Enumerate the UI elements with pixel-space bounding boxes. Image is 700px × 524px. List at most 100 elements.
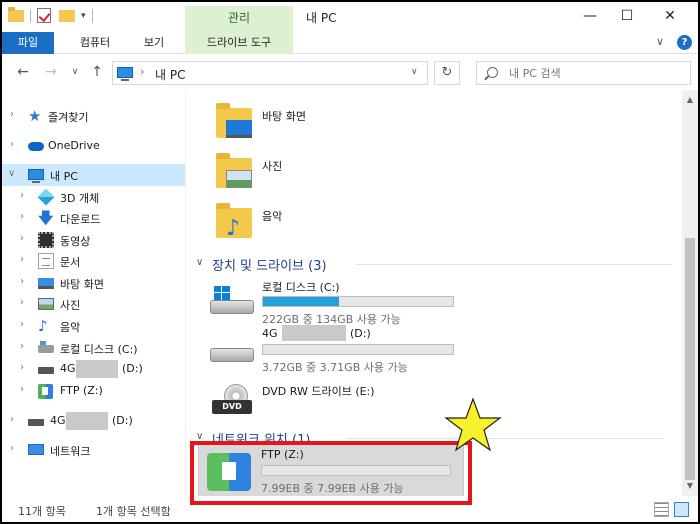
nav-item-this-pc[interactable]: ∨ 내 PC — [2, 164, 185, 186]
nav-item-quick-access[interactable]: › ★ 즐겨찾기 — [2, 105, 185, 127]
download-arrow-icon: 🡇 — [38, 209, 54, 227]
nav-item-videos[interactable]: › 동영상 — [2, 229, 185, 251]
address-bar[interactable]: › 내 PC ∨ — [112, 61, 428, 85]
folder-icon[interactable] — [8, 7, 24, 24]
new-folder-icon[interactable] — [59, 8, 75, 24]
document-icon — [38, 253, 54, 269]
nav-item-label: 3D 개체 — [60, 192, 100, 205]
nav-item-3d-objects[interactable]: › 3D 개체 — [2, 186, 185, 208]
chevron-right-icon[interactable]: › — [20, 319, 24, 330]
group-devices-and-drives[interactable]: ∨ 장치 및 드라이브 (3) — [196, 254, 676, 274]
address-dropdown-icon[interactable]: ∨ — [411, 67, 418, 77]
chevron-right-icon[interactable]: › — [20, 276, 24, 287]
nav-item-label: 문서 — [60, 256, 81, 269]
properties-icon[interactable] — [37, 8, 53, 24]
nav-item-network[interactable]: › 네트워크 — [2, 439, 185, 461]
folder-music[interactable]: ♪ 음악 — [210, 202, 460, 248]
large-icons-view-icon[interactable] — [674, 502, 689, 517]
breadcrumb[interactable]: 내 PC — [155, 66, 185, 83]
nav-item-desktop[interactable]: › 바탕 화면 — [2, 272, 185, 294]
nav-item-drive-d[interactable]: › 4G (D:) — [2, 358, 185, 380]
nav-item-label: 즐겨찾기 — [48, 111, 89, 124]
search-box[interactable] — [476, 61, 691, 85]
refresh-button[interactable]: ↻ — [434, 61, 460, 85]
nav-item-label: 네트워크 — [50, 445, 91, 458]
up-arrow-icon[interactable]: ↑ — [88, 63, 106, 81]
redacted-block — [76, 360, 118, 378]
chevron-right-icon[interactable]: › — [20, 233, 24, 244]
drive-local-c[interactable]: 로컬 디스크 (C:) 222GB 중 134GB 사용 가능 — [210, 276, 480, 326]
chevron-right-icon[interactable]: › — [20, 211, 24, 222]
nav-item-music[interactable]: › ♪ 음악 — [2, 315, 185, 337]
nav-item-documents[interactable]: › 문서 — [2, 250, 185, 272]
drive-usage-bar — [262, 296, 454, 307]
tab-computer[interactable]: 컴퓨터 — [66, 32, 124, 54]
dvd-drive-icon: DVD — [210, 384, 254, 414]
scroll-down-arrow-icon[interactable]: ▼ — [682, 478, 698, 494]
nav-item-label: 음악 — [60, 321, 81, 334]
close-button[interactable]: ✕ — [650, 6, 690, 28]
drive-usage-bar — [262, 344, 454, 355]
chevron-right-icon[interactable]: › — [20, 362, 24, 373]
nav-item-label: OneDrive — [48, 139, 100, 152]
folder-label: 바탕 화면 — [262, 110, 306, 123]
chevron-right-icon[interactable]: › — [10, 443, 14, 454]
nav-item-label: 동영상 — [60, 235, 91, 248]
search-input[interactable] — [509, 65, 684, 81]
chevron-down-icon[interactable]: ∨ — [8, 168, 15, 179]
recent-dropdown-icon[interactable]: ∨ — [66, 63, 84, 81]
nav-item-onedrive[interactable]: › OneDrive — [2, 135, 185, 157]
nav-item-label: 내 PC — [50, 170, 78, 183]
drive-d[interactable]: 4G (D:) 3.72GB 중 3.71GB 사용 가능 — [210, 324, 480, 374]
star-icon: ★ — [28, 107, 42, 125]
back-arrow-icon[interactable]: ← — [14, 63, 32, 81]
chevron-right-icon[interactable]: › — [10, 139, 14, 150]
nav-item-label: 사진 — [60, 299, 81, 312]
toolbar-divider — [91, 9, 93, 23]
tab-drive-tools[interactable]: 드라이브 도구 — [185, 32, 293, 54]
chevron-right-icon[interactable]: › — [20, 254, 24, 265]
tab-view[interactable]: 보기 — [132, 32, 176, 54]
folder-label: 사진 — [262, 160, 283, 173]
chevron-right-icon[interactable]: › — [10, 109, 14, 120]
manage-context-label: 관리 — [185, 6, 293, 32]
vertical-scrollbar[interactable]: ▲ ▼ — [682, 90, 698, 496]
nav-item-label: 로컬 디스크 (C:) — [60, 343, 138, 356]
maximize-button[interactable]: ☐ — [607, 6, 647, 28]
chevron-right-icon[interactable]: › — [20, 190, 24, 201]
forward-arrow-icon[interactable]: → — [42, 63, 60, 81]
help-icon[interactable]: ? — [677, 35, 692, 50]
toolbar-divider — [30, 9, 31, 23]
folder-pictures[interactable]: 사진 — [210, 152, 460, 198]
pc-icon — [28, 169, 44, 183]
desktop-icon — [38, 278, 54, 289]
nav-item-pictures[interactable]: › 사진 — [2, 293, 185, 315]
expand-ribbon-icon[interactable]: ∨ — [656, 35, 664, 48]
nav-item-suffix: (D:) — [122, 362, 143, 375]
nav-item-drive-d-root[interactable]: › 4G (D:) — [2, 410, 185, 432]
chevron-right-icon[interactable]: › — [10, 414, 14, 425]
nav-item-label: 바탕 화면 — [60, 278, 104, 291]
customize-toolbar-icon[interactable]: ▾ — [81, 11, 86, 21]
title-bar: ▾ 관리 내 PC — ☐ ✕ — [2, 2, 698, 32]
nav-item-ftp-z[interactable]: › FTP (Z:) — [2, 380, 185, 402]
chevron-right-icon[interactable]: › — [20, 297, 24, 308]
chevron-right-icon[interactable]: › — [20, 341, 24, 352]
folder-desktop[interactable]: 바탕 화면 — [210, 102, 460, 148]
cloud-icon — [28, 142, 44, 151]
hard-drive-icon — [210, 334, 254, 364]
nav-item-local-disk-c[interactable]: › 로컬 디스크 (C:) — [2, 337, 185, 359]
nav-item-downloads[interactable]: › 🡇 다운로드 — [2, 207, 185, 229]
scrollbar-thumb[interactable] — [685, 238, 695, 480]
scroll-up-arrow-icon[interactable]: ▲ — [682, 92, 698, 108]
chevron-right-icon[interactable]: › — [20, 384, 24, 395]
drive-dvd-e[interactable]: DVD DVD RW 드라이브 (E:) — [210, 380, 480, 430]
item-count: 11개 항목 — [18, 505, 66, 518]
pictures-folder-icon — [216, 153, 252, 188]
minimize-button[interactable]: — — [570, 6, 610, 28]
chevron-down-icon[interactable]: ∨ — [196, 257, 203, 268]
navigation-bar: ← → ∨ ↑ › 내 PC ∨ ↻ — [2, 54, 698, 90]
tab-file[interactable]: 파일 — [2, 32, 54, 54]
breadcrumb-chevron-icon[interactable]: › — [140, 65, 144, 78]
details-view-icon[interactable] — [654, 502, 669, 517]
